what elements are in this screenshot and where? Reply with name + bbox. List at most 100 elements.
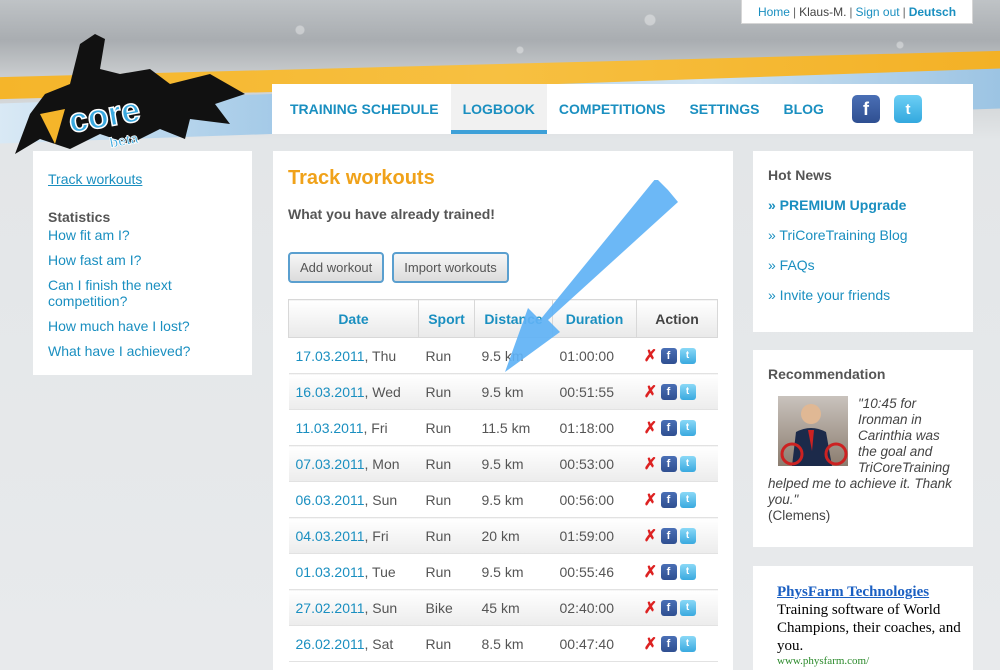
ad-panel: PhysFarm Technologies Training software … <box>753 566 973 670</box>
twitter-share-icon[interactable]: t <box>679 347 696 364</box>
date-link[interactable]: 07.03.2011 <box>296 456 365 472</box>
column-header-date[interactable]: Date <box>288 299 419 338</box>
cell-date: 26.02.2011, Sat <box>288 625 419 662</box>
cell-action: ✗ f t <box>636 589 718 626</box>
cell-distance: 9.5 km <box>474 373 553 410</box>
cell-distance: 9.5 km <box>474 337 553 374</box>
language-deutsch-link[interactable]: Deutsch <box>909 5 956 19</box>
date-link[interactable]: 04.03.2011 <box>296 528 365 544</box>
delete-icon[interactable]: ✗ <box>644 600 658 617</box>
cell-date: 27.02.2011, Sun <box>288 589 419 626</box>
cell-sport: Bike <box>418 589 475 626</box>
twitter-share-icon[interactable]: t <box>679 419 696 436</box>
faqs-link[interactable]: » FAQs <box>768 257 958 273</box>
cell-duration: 00:53:00 <box>552 445 637 482</box>
recommendation-panel: Recommendation "10:45 for Ironman in Car… <box>753 350 973 547</box>
nav-blog[interactable]: BLOG <box>771 84 835 134</box>
page-title: Track workouts <box>288 167 435 189</box>
blog-link[interactable]: » TriCoreTraining Blog <box>768 227 958 243</box>
premium-upgrade-link[interactable]: » PREMIUM Upgrade <box>768 197 958 213</box>
cell-duration: 01:18:00 <box>552 409 637 446</box>
add-workout-button[interactable]: Add workout <box>288 252 385 283</box>
facebook-share-icon[interactable]: f <box>660 563 677 580</box>
facebook-share-icon[interactable]: f <box>660 527 677 544</box>
cell-action: ✗ f t <box>636 517 718 554</box>
twitter-share-icon[interactable]: t <box>679 635 696 652</box>
hot-news-panel: Hot News » PREMIUM Upgrade » TriCoreTrai… <box>753 151 973 332</box>
cell-distance: 9.5 km <box>474 553 553 590</box>
sidebar-item-how-much-lost[interactable]: How much have I lost? <box>48 318 237 334</box>
twitter-share-icon[interactable]: t <box>679 383 696 400</box>
workouts-table: Date Sport Distance Duration Action 17.0… <box>288 299 718 662</box>
cell-sport: Run <box>418 481 475 518</box>
weekday: , Tue <box>364 563 396 580</box>
cell-distance: 9.5 km <box>474 445 553 482</box>
delete-icon[interactable]: ✗ <box>644 420 658 437</box>
cell-action: ✗ f t <box>636 337 718 374</box>
column-header-action: Action <box>636 299 718 338</box>
cell-duration: 00:47:40 <box>552 625 637 662</box>
invite-friends-link[interactable]: » Invite your friends <box>768 287 958 303</box>
cell-action: ✗ f t <box>636 481 718 518</box>
facebook-share-icon[interactable]: f <box>660 347 677 364</box>
column-header-distance[interactable]: Distance <box>474 299 553 338</box>
sidebar-item-achieved[interactable]: What have I achieved? <box>48 343 237 359</box>
delete-icon[interactable]: ✗ <box>644 528 658 545</box>
twitter-share-icon[interactable]: t <box>679 563 696 580</box>
facebook-share-icon[interactable]: f <box>660 383 677 400</box>
date-link[interactable]: 17.03.2011 <box>296 348 365 364</box>
nav-settings[interactable]: SETTINGS <box>677 84 771 134</box>
table-row: 17.03.2011, Thu Run 9.5 km 01:00:00 ✗ f t <box>288 337 718 374</box>
column-header-duration[interactable]: Duration <box>552 299 637 338</box>
delete-icon[interactable]: ✗ <box>644 492 658 509</box>
delete-icon[interactable]: ✗ <box>644 636 658 653</box>
cell-action: ✗ f t <box>636 409 718 446</box>
date-link[interactable]: 16.03.2011 <box>296 384 365 400</box>
sidebar-item-finish-competition[interactable]: Can I finish the next competition? <box>48 277 237 309</box>
tricore-logo[interactable]: core beta <box>10 14 250 164</box>
date-link[interactable]: 27.02.2011 <box>296 600 365 616</box>
cell-date: 06.03.2011, Sun <box>288 481 419 518</box>
sidebar-item-how-fast[interactable]: How fast am I? <box>48 252 237 268</box>
weekday: , Thu <box>364 347 397 364</box>
date-link[interactable]: 06.03.2011 <box>296 492 365 508</box>
table-row: 16.03.2011, Wed Run 9.5 km 00:51:55 ✗ f t <box>288 373 718 410</box>
facebook-share-icon[interactable]: f <box>660 599 677 616</box>
date-link[interactable]: 01.03.2011 <box>296 564 365 580</box>
column-header-sport[interactable]: Sport <box>418 299 475 338</box>
nav-logbook[interactable]: LOGBOOK <box>450 84 548 134</box>
home-link[interactable]: Home <box>758 5 790 19</box>
date-link[interactable]: 26.02.2011 <box>296 636 365 652</box>
cell-sport: Run <box>418 553 475 590</box>
twitter-icon[interactable]: t <box>893 95 922 123</box>
delete-icon[interactable]: ✗ <box>644 564 658 581</box>
sidebar: Track workouts Statistics How fit am I? … <box>33 151 252 375</box>
cell-date: 04.03.2011, Fri <box>288 517 419 554</box>
ad-title-link[interactable]: PhysFarm Technologies <box>777 584 963 601</box>
nav-competitions[interactable]: COMPETITIONS <box>547 84 678 134</box>
sign-out-link[interactable]: Sign out <box>856 5 900 19</box>
cell-sport: Run <box>418 337 475 374</box>
sidebar-item-how-fit[interactable]: How fit am I? <box>48 227 237 243</box>
cell-duration: 00:55:46 <box>552 553 637 590</box>
twitter-share-icon[interactable]: t <box>679 455 696 472</box>
facebook-share-icon[interactable]: f <box>660 455 677 472</box>
cell-sport: Run <box>418 373 475 410</box>
facebook-share-icon[interactable]: f <box>660 419 677 436</box>
facebook-icon[interactable]: f <box>851 95 880 123</box>
sidebar-item-track-workouts[interactable]: Track workouts <box>48 171 237 187</box>
twitter-share-icon[interactable]: t <box>679 491 696 508</box>
weekday: , Mon <box>364 455 400 472</box>
import-workouts-button[interactable]: Import workouts <box>392 252 509 283</box>
twitter-share-icon[interactable]: t <box>679 599 696 616</box>
delete-icon[interactable]: ✗ <box>644 348 658 365</box>
weekday: , Sun <box>364 599 398 616</box>
facebook-share-icon[interactable]: f <box>660 491 677 508</box>
delete-icon[interactable]: ✗ <box>644 456 658 473</box>
nav-training-schedule[interactable]: TRAINING SCHEDULE <box>278 84 451 134</box>
ad-url[interactable]: www.physfarm.com/ <box>777 655 963 667</box>
twitter-share-icon[interactable]: t <box>679 527 696 544</box>
date-link[interactable]: 11.03.2011 <box>296 420 364 436</box>
facebook-share-icon[interactable]: f <box>660 635 677 652</box>
delete-icon[interactable]: ✗ <box>644 384 658 401</box>
